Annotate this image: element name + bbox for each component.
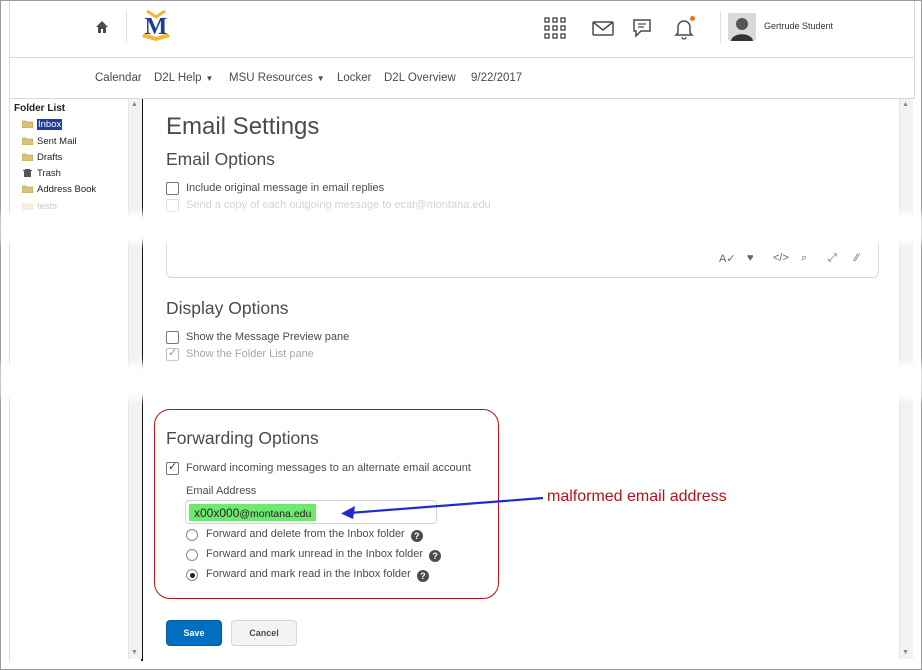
nav-locker[interactable]: Locker [337, 72, 372, 84]
code-icon[interactable]: </> [773, 252, 789, 264]
include-original-checkbox[interactable] [166, 182, 179, 195]
nav-bar: Calendar D2L Help ▼ MSU Resources ▼ Locker… [9, 57, 915, 99]
spellcheck-icon[interactable]: A✓ [719, 252, 736, 265]
folder-icon [22, 137, 33, 145]
folder-trash[interactable]: Trash [22, 168, 61, 179]
nav-date[interactable]: 9/22/2017 [471, 72, 522, 84]
chat-icon[interactable] [630, 15, 656, 41]
save-button[interactable]: Save [166, 620, 222, 646]
folder-sent-mail[interactable]: Sent Mail [22, 136, 77, 147]
mail-icon[interactable] [590, 15, 616, 41]
folder-drafts[interactable]: Drafts [22, 152, 62, 163]
preview-pane-checkbox[interactable] [166, 331, 179, 344]
annotation-text: malformed email address [547, 488, 727, 505]
top-header: M Gertrude Student [9, 1, 915, 57]
app-window: M Gertrude Student Calendar D2L Help ▼ M… [0, 0, 922, 670]
nav-calendar[interactable]: Calendar [95, 72, 142, 84]
folder-list-label: Show the Folder List pane [186, 348, 314, 360]
email-options-heading: Email Options [166, 149, 275, 169]
folder-label: Drafts [37, 152, 63, 163]
folder-list-checkbox[interactable] [166, 346, 179, 361]
header-divider [720, 11, 721, 43]
logo-letter: M [145, 14, 168, 40]
home-icon[interactable] [94, 19, 110, 35]
page-title: Email Settings [166, 113, 320, 140]
folder-address-book[interactable]: Address Book [22, 184, 96, 195]
torn-edge [1, 213, 922, 243]
fullscreen-icon[interactable]: ⤢ [828, 252, 837, 265]
msu-logo[interactable]: M [138, 7, 174, 43]
signature-editor[interactable]: A✓ ♥ </> ⌕ ⤢ ⁄⁄ [166, 242, 879, 278]
folder-tests[interactable]: tests [22, 201, 57, 212]
folder-icon [22, 120, 33, 128]
nav-d2l-help[interactable]: D2L Help ▼ [154, 72, 213, 84]
chevron-down-icon: ▼ [316, 74, 325, 83]
scroll-down-icon[interactable]: ▼ [902, 649, 909, 656]
accessibility-icon[interactable]: ♥ [747, 252, 754, 264]
user-name[interactable]: Gertrude Student [764, 21, 833, 31]
cancel-button[interactable]: Cancel [231, 620, 297, 646]
folder-label: Trash [37, 168, 61, 179]
header-divider [126, 11, 127, 43]
annotation-arrow [341, 496, 544, 519]
chevron-down-icon: ▼ [205, 74, 214, 83]
folder-icon [22, 202, 33, 210]
nav-label: MSU Resources [229, 72, 313, 84]
notification-dot [689, 15, 696, 22]
preview-pane-label: Show the Message Preview pane [186, 331, 350, 343]
folder-list-title: Folder List [14, 103, 66, 114]
folder-label: Sent Mail [37, 136, 77, 147]
preview-icon[interactable]: ⌕ [801, 252, 807, 265]
send-copy-checkbox[interactable] [166, 199, 179, 212]
trash-icon [23, 169, 32, 177]
folder-label: tests [37, 201, 58, 212]
folder-icon [22, 153, 33, 161]
scroll-down-icon[interactable]: ▼ [131, 649, 138, 656]
torn-edge [1, 363, 922, 399]
nav-msu-resources[interactable]: MSU Resources ▼ [229, 72, 325, 84]
nav-d2l-overview[interactable]: D2L Overview [384, 72, 456, 84]
waffle-icon[interactable] [542, 15, 568, 41]
include-original-label: Include original message in email replie… [186, 182, 385, 194]
scroll-up-icon[interactable]: ▲ [131, 101, 138, 108]
resize-icon[interactable]: ⁄⁄ [855, 252, 859, 264]
avatar[interactable] [728, 13, 756, 41]
send-copy-label: Send a copy of each outgoing message to … [186, 199, 491, 211]
folder-label: Inbox [37, 119, 63, 130]
folder-icon [22, 185, 33, 193]
folder-inbox[interactable]: Inbox [22, 119, 63, 130]
scroll-up-icon[interactable]: ▲ [902, 101, 909, 108]
nav-label: D2L Help [154, 72, 202, 84]
folder-label: Address Book [37, 184, 97, 195]
display-options-heading: Display Options [166, 298, 289, 318]
